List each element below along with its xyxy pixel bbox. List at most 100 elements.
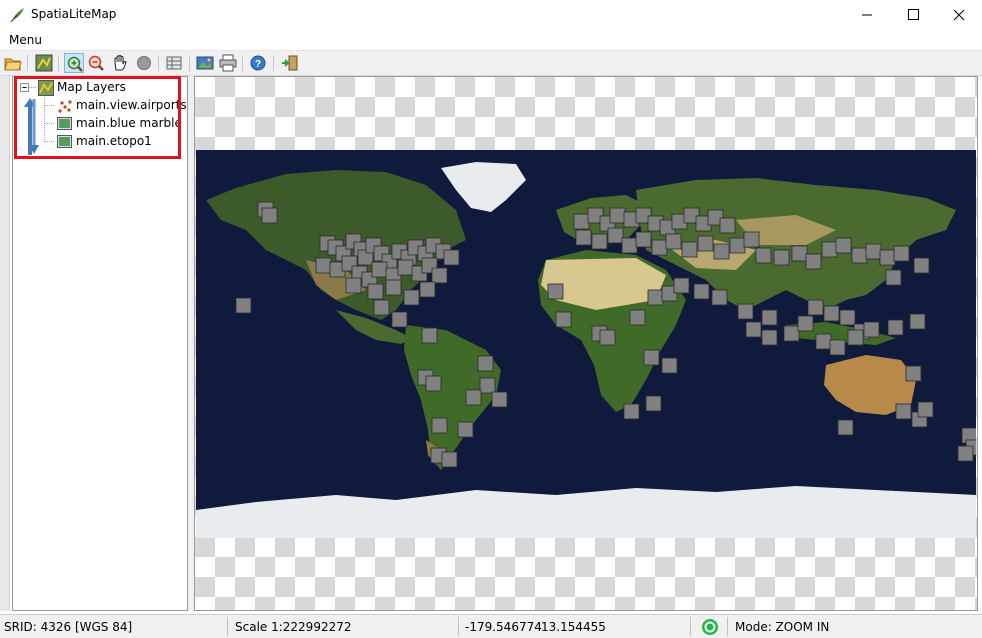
airport-marker — [807, 299, 824, 316]
toolbar: ? — [0, 50, 982, 76]
airport-marker — [743, 231, 760, 248]
svg-text:?: ? — [255, 59, 261, 70]
pan-button[interactable] — [110, 53, 130, 73]
airport-marker — [651, 239, 668, 256]
airport-marker — [385, 279, 402, 296]
layer-config-button[interactable] — [34, 53, 54, 73]
airport-marker — [957, 445, 974, 462]
airport-marker — [673, 277, 690, 294]
maximize-button[interactable] — [890, 0, 936, 30]
airport-marker — [761, 309, 778, 326]
airport-marker — [851, 247, 868, 264]
airport-marker — [477, 355, 494, 372]
airport-marker — [887, 319, 904, 336]
pan-hand-icon — [114, 54, 127, 71]
airport-marker — [865, 243, 882, 260]
airport-marker — [607, 227, 624, 244]
airport-marker — [465, 389, 482, 406]
airport-marker — [547, 283, 564, 300]
airport-marker — [609, 207, 626, 224]
airport-marker — [371, 261, 388, 278]
print-button[interactable] — [218, 53, 238, 73]
world-map — [196, 150, 976, 538]
status-bar: SRID: 4326 [WGS 84] Scale 1:222992272 -1… — [0, 614, 982, 638]
airport-marker — [421, 327, 438, 344]
airport-marker — [555, 311, 572, 328]
status-scale: Scale 1:222992272 — [235, 620, 352, 634]
airport-marker — [837, 419, 854, 436]
airport-marker — [711, 289, 728, 306]
airport-marker — [315, 257, 332, 274]
close-button[interactable] — [936, 0, 982, 30]
title-bar: SpatiaLiteMap — [0, 0, 982, 30]
status-mode: Mode: ZOOM IN — [735, 620, 830, 634]
airport-marker — [443, 249, 460, 266]
airport-marker — [373, 299, 390, 316]
airport-marker — [491, 391, 508, 408]
airport-marker — [441, 451, 458, 468]
zoom-in-button[interactable] — [64, 53, 84, 73]
airport-marker — [823, 305, 840, 322]
airport-marker — [647, 289, 664, 306]
airport-marker — [839, 309, 856, 326]
help-button[interactable]: ? — [248, 53, 268, 73]
airport-marker — [457, 421, 474, 438]
airport-marker — [397, 259, 414, 276]
export-image-button[interactable] — [195, 53, 215, 73]
table-button[interactable] — [164, 53, 184, 73]
exit-icon — [282, 55, 298, 71]
zoom-out-icon — [88, 55, 104, 71]
airport-marker — [761, 329, 778, 346]
airport-marker — [697, 235, 714, 252]
annotation-highlight-box — [14, 76, 181, 159]
airport-marker — [623, 403, 640, 420]
airport-marker — [629, 309, 646, 326]
image-export-icon — [196, 56, 214, 70]
airport-marker — [261, 207, 278, 224]
window-title: SpatiaLiteMap — [31, 7, 117, 21]
airport-marker — [661, 357, 678, 374]
airport-marker — [573, 213, 590, 230]
airport-marker — [755, 247, 772, 264]
airport-marker — [431, 417, 448, 434]
airport-marker — [345, 277, 362, 294]
status-srid: SRID: 4326 [WGS 84] — [4, 620, 133, 634]
minimize-button[interactable] — [844, 0, 890, 30]
airport-marker — [591, 233, 608, 250]
close-icon — [953, 9, 965, 21]
airport-marker — [419, 281, 436, 298]
airport-marker — [643, 349, 660, 366]
zoom-out-button[interactable] — [86, 53, 106, 73]
airport-marker — [693, 283, 710, 300]
menu-bar: Menu — [0, 30, 982, 50]
airport-marker — [635, 231, 652, 248]
airport-marker — [905, 365, 922, 382]
airport-marker — [665, 233, 682, 250]
map-canvas[interactable] — [194, 76, 978, 611]
mode-indicator-icon — [702, 619, 718, 635]
open-button[interactable] — [3, 53, 23, 73]
exit-button[interactable] — [280, 53, 300, 73]
status-latitude: 13.154455 — [541, 620, 606, 634]
airport-marker — [885, 269, 902, 286]
airport-marker — [737, 303, 754, 320]
identify-button[interactable] — [134, 53, 154, 73]
airport-marker — [719, 217, 736, 234]
table-icon — [166, 56, 182, 70]
airport-marker — [745, 321, 762, 338]
airport-marker — [681, 241, 698, 258]
airport-marker — [815, 333, 832, 350]
airport-marker — [797, 315, 814, 332]
airport-marker — [835, 237, 852, 254]
airport-marker — [805, 253, 822, 270]
airport-marker — [403, 289, 420, 306]
airport-marker — [621, 237, 638, 254]
airport-marker — [783, 325, 800, 342]
airport-marker — [713, 243, 730, 260]
airport-marker — [791, 245, 808, 262]
menu-main[interactable]: Menu — [9, 33, 42, 47]
dock-grip[interactable] — [0, 76, 10, 611]
airport-marker — [729, 237, 746, 254]
airport-marker — [575, 229, 592, 246]
airport-marker — [895, 403, 912, 420]
